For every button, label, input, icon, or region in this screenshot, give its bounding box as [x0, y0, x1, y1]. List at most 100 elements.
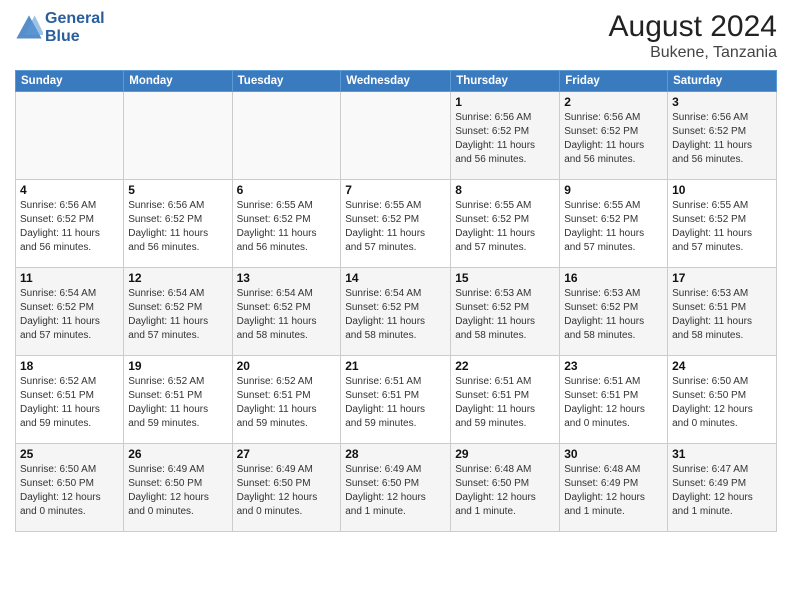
day-number: 12	[128, 271, 227, 285]
table-row: 11 Sunrise: 6:54 AM Sunset: 6:52 PM Dayli…	[16, 268, 124, 356]
calendar-week-2: 11 Sunrise: 6:54 AM Sunset: 6:52 PM Dayli…	[16, 268, 777, 356]
table-row: 22 Sunrise: 6:51 AM Sunset: 6:51 PM Dayli…	[451, 356, 560, 444]
table-row: 5 Sunrise: 6:56 AM Sunset: 6:52 PM Daylig…	[124, 180, 232, 268]
table-row: 2Sunrise: 6:56 AM Sunset: 6:52 PM Daylig…	[560, 92, 668, 180]
day-info: Sunrise: 6:54 AM Sunset: 6:52 PM Dayligh…	[345, 287, 446, 343]
day-number: 28	[345, 447, 446, 461]
calendar-header-row: Sunday Monday Tuesday Wednesday Thursday…	[16, 71, 777, 92]
table-row: 1Sunrise: 6:56 AM Sunset: 6:52 PM Daylig…	[451, 92, 560, 180]
day-number: 26	[128, 447, 227, 461]
col-friday: Friday	[560, 71, 668, 92]
day-info: Sunrise: 6:48 AM Sunset: 6:50 PM Dayligh…	[455, 463, 555, 519]
day-number: 16	[564, 271, 663, 285]
day-info: Sunrise: 6:52 AM Sunset: 6:51 PM Dayligh…	[237, 375, 337, 431]
day-number: 15	[455, 271, 555, 285]
day-number: 24	[672, 359, 772, 373]
table-row: 19Sunrise: 6:52 AM Sunset: 6:51 PM Dayli…	[124, 356, 232, 444]
day-info: Sunrise: 6:47 AM Sunset: 6:49 PM Dayligh…	[672, 463, 772, 519]
table-row: 13Sunrise: 6:54 AM Sunset: 6:52 PM Dayli…	[232, 268, 341, 356]
day-info: Sunrise: 6:51 AM Sunset: 6:51 PM Dayligh…	[455, 375, 555, 431]
day-number: 27	[237, 447, 337, 461]
day-info: Sunrise: 6:56 AM Sunset: 6:52 PM Dayligh…	[128, 199, 227, 255]
table-row: 16 Sunrise: 6:53 AM Sunset: 6:52 PM Dayli…	[560, 268, 668, 356]
table-row: 31 Sunrise: 6:47 AM Sunset: 6:49 PM Dayli…	[668, 444, 777, 532]
table-row: 20 Sunrise: 6:52 AM Sunset: 6:51 PM Dayli…	[232, 356, 341, 444]
day-info: Sunrise: 6:49 AM Sunset: 6:50 PM Dayligh…	[237, 463, 337, 519]
table-row	[16, 92, 124, 180]
day-info: Sunrise: 6:53 AM Sunset: 6:52 PM Dayligh…	[564, 287, 663, 343]
day-info: Sunrise: 6:54 AM Sunset: 6:52 PM Dayligh…	[128, 287, 227, 343]
table-row: 8 Sunrise: 6:55 AM Sunset: 6:52 PM Daylig…	[451, 180, 560, 268]
table-row: 4 Sunrise: 6:56 AM Sunset: 6:52 PM Daylig…	[16, 180, 124, 268]
day-number: 10	[672, 183, 772, 197]
day-info: Sunrise: 6:55 AM Sunset: 6:52 PM Dayligh…	[237, 199, 337, 255]
day-number: 20	[237, 359, 337, 373]
day-number: 22	[455, 359, 555, 373]
table-row: 26Sunrise: 6:49 AM Sunset: 6:50 PM Dayli…	[124, 444, 232, 532]
logo-icon	[15, 14, 43, 42]
table-row: 25 Sunrise: 6:50 AM Sunset: 6:50 PM Dayli…	[16, 444, 124, 532]
table-row: 14Sunrise: 6:54 AM Sunset: 6:52 PM Dayli…	[341, 268, 451, 356]
calendar-week-0: 1Sunrise: 6:56 AM Sunset: 6:52 PM Daylig…	[16, 92, 777, 180]
day-info: Sunrise: 6:55 AM Sunset: 6:52 PM Dayligh…	[345, 199, 446, 255]
table-row: 12 Sunrise: 6:54 AM Sunset: 6:52 PM Dayli…	[124, 268, 232, 356]
title-block: August 2024 Bukene, Tanzania	[609, 10, 777, 62]
day-info: Sunrise: 6:54 AM Sunset: 6:52 PM Dayligh…	[20, 287, 119, 343]
day-number: 31	[672, 447, 772, 461]
day-info: Sunrise: 6:49 AM Sunset: 6:50 PM Dayligh…	[345, 463, 446, 519]
day-info: Sunrise: 6:56 AM Sunset: 6:52 PM Dayligh…	[20, 199, 119, 255]
main-title: August 2024	[609, 10, 777, 44]
col-thursday: Thursday	[451, 71, 560, 92]
table-row	[232, 92, 341, 180]
day-info: Sunrise: 6:55 AM Sunset: 6:52 PM Dayligh…	[564, 199, 663, 255]
day-number: 9	[564, 183, 663, 197]
day-info: Sunrise: 6:50 AM Sunset: 6:50 PM Dayligh…	[672, 375, 772, 431]
day-info: Sunrise: 6:52 AM Sunset: 6:51 PM Dayligh…	[20, 375, 119, 431]
table-row: 23 Sunrise: 6:51 AM Sunset: 6:51 PM Dayli…	[560, 356, 668, 444]
day-number: 3	[672, 95, 772, 109]
calendar-week-4: 25 Sunrise: 6:50 AM Sunset: 6:50 PM Dayli…	[16, 444, 777, 532]
table-row: 15 Sunrise: 6:53 AM Sunset: 6:52 PM Dayli…	[451, 268, 560, 356]
table-row: 21 Sunrise: 6:51 AM Sunset: 6:51 PM Dayli…	[341, 356, 451, 444]
day-info: Sunrise: 6:53 AM Sunset: 6:52 PM Dayligh…	[455, 287, 555, 343]
day-number: 23	[564, 359, 663, 373]
table-row: 24 Sunrise: 6:50 AM Sunset: 6:50 PM Dayli…	[668, 356, 777, 444]
day-number: 5	[128, 183, 227, 197]
calendar: Sunday Monday Tuesday Wednesday Thursday…	[15, 70, 777, 532]
col-tuesday: Tuesday	[232, 71, 341, 92]
day-info: Sunrise: 6:52 AM Sunset: 6:51 PM Dayligh…	[128, 375, 227, 431]
table-row: 3Sunrise: 6:56 AM Sunset: 6:52 PM Daylig…	[668, 92, 777, 180]
day-number: 13	[237, 271, 337, 285]
day-number: 7	[345, 183, 446, 197]
calendar-week-1: 4 Sunrise: 6:56 AM Sunset: 6:52 PM Daylig…	[16, 180, 777, 268]
table-row: 6 Sunrise: 6:55 AM Sunset: 6:52 PM Daylig…	[232, 180, 341, 268]
day-info: Sunrise: 6:50 AM Sunset: 6:50 PM Dayligh…	[20, 463, 119, 519]
day-number: 11	[20, 271, 119, 285]
day-info: Sunrise: 6:48 AM Sunset: 6:49 PM Dayligh…	[564, 463, 663, 519]
day-number: 4	[20, 183, 119, 197]
day-number: 25	[20, 447, 119, 461]
table-row: 30 Sunrise: 6:48 AM Sunset: 6:49 PM Dayli…	[560, 444, 668, 532]
day-number: 17	[672, 271, 772, 285]
day-info: Sunrise: 6:55 AM Sunset: 6:52 PM Dayligh…	[455, 199, 555, 255]
day-number: 6	[237, 183, 337, 197]
day-number: 8	[455, 183, 555, 197]
table-row: 18 Sunrise: 6:52 AM Sunset: 6:51 PM Dayli…	[16, 356, 124, 444]
day-info: Sunrise: 6:53 AM Sunset: 6:51 PM Dayligh…	[672, 287, 772, 343]
day-number: 1	[455, 95, 555, 109]
table-row	[124, 92, 232, 180]
day-number: 29	[455, 447, 555, 461]
day-info: Sunrise: 6:55 AM Sunset: 6:52 PM Dayligh…	[672, 199, 772, 255]
day-number: 21	[345, 359, 446, 373]
col-monday: Monday	[124, 71, 232, 92]
day-number: 2	[564, 95, 663, 109]
table-row: 17 Sunrise: 6:53 AM Sunset: 6:51 PM Dayli…	[668, 268, 777, 356]
day-info: Sunrise: 6:51 AM Sunset: 6:51 PM Dayligh…	[345, 375, 446, 431]
day-number: 30	[564, 447, 663, 461]
logo: General Blue	[15, 10, 105, 46]
subtitle: Bukene, Tanzania	[609, 44, 777, 62]
day-number: 18	[20, 359, 119, 373]
day-info: Sunrise: 6:51 AM Sunset: 6:51 PM Dayligh…	[564, 375, 663, 431]
col-sunday: Sunday	[16, 71, 124, 92]
page: General Blue August 2024 Bukene, Tanzani…	[0, 0, 792, 612]
